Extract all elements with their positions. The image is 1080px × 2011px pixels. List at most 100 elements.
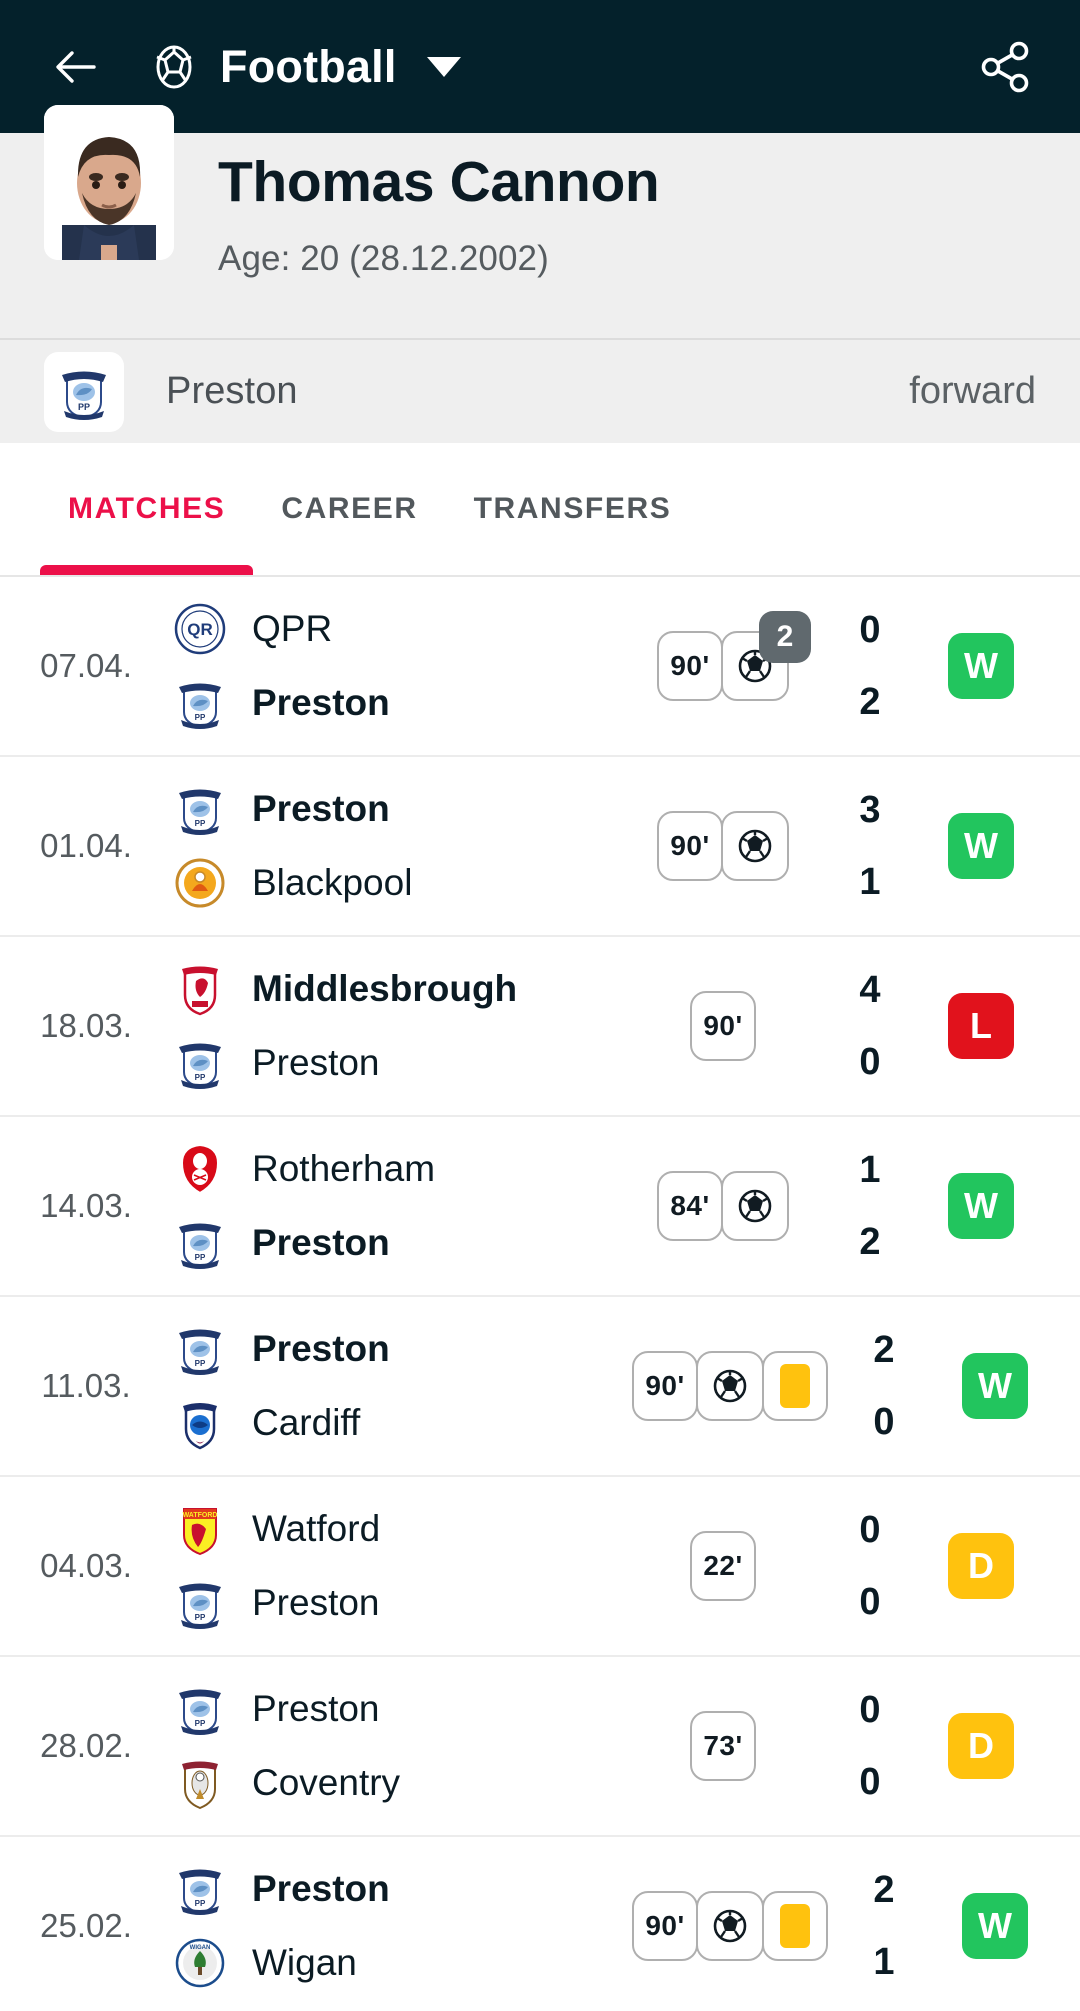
preston-crest-icon: PP [172, 1035, 228, 1091]
match-date: 07.04. [40, 647, 132, 684]
home-team-name: Middlesbrough [252, 968, 518, 1009]
event-chip-group: 90' [632, 1351, 828, 1421]
svg-text:PP: PP [195, 1359, 206, 1368]
match-teams: QR QPR PP Preston [172, 601, 632, 731]
chevron-down-icon[interactable] [426, 56, 461, 77]
result-wrapper: W [926, 1173, 1036, 1239]
goal-count-badge: 2 [759, 611, 811, 663]
home-team-name: Preston [252, 1328, 390, 1369]
result-wrapper: W [940, 1893, 1050, 1959]
away-team-name: Preston [252, 1582, 380, 1623]
match-teams: WATFORD Watford PP Preston [172, 1501, 632, 1631]
svg-text:WATFORD: WATFORD [183, 1512, 218, 1519]
away-score: 0 [873, 1401, 895, 1443]
tab-career[interactable]: CAREER [253, 443, 445, 575]
match-events: 90' [632, 811, 814, 881]
match-events: 22' [632, 1531, 814, 1601]
svg-text:PP: PP [195, 1899, 206, 1908]
away-team: PP Preston [172, 1215, 632, 1271]
minute-chip: 73' [690, 1711, 756, 1781]
goal-chip: 2 [721, 611, 811, 701]
away-team: PP Preston [172, 675, 632, 731]
home-score: 2 [873, 1869, 895, 1911]
minute-chip: 90' [657, 631, 723, 701]
svg-text:PP: PP [195, 1073, 206, 1082]
match-row[interactable]: 11.03. PP Preston Cardiff 90' 2 0 W [0, 1297, 1080, 1477]
status-badge: D [948, 1533, 1014, 1599]
match-date: 01.04. [40, 827, 132, 864]
home-score: 0 [859, 609, 881, 651]
away-team-name: Wigan [252, 1942, 357, 1983]
home-team-name: Watford [252, 1508, 381, 1549]
home-team: Rotherham [172, 1141, 632, 1197]
match-teams: Middlesbrough PP Preston [172, 961, 632, 1091]
home-score: 0 [859, 1689, 881, 1731]
match-score: 0 0 [814, 1511, 926, 1621]
minute-chip: 90' [632, 1351, 698, 1421]
home-team-name: Preston [252, 788, 390, 829]
goal-chip [721, 811, 789, 881]
home-team-name: Preston [252, 1868, 390, 1909]
minute-chip: 90' [690, 991, 756, 1061]
match-row[interactable]: 14.03. Rotherham PP Preston 84' 1 2 W [0, 1117, 1080, 1297]
match-date: 28.02. [40, 1727, 132, 1764]
away-team: Blackpool [172, 855, 632, 911]
match-row[interactable]: 18.03. Middlesbrough PP Preston 90' 4 0 … [0, 937, 1080, 1117]
result-wrapper: W [926, 633, 1036, 699]
preston-crest-icon: PP [172, 781, 228, 837]
event-chip-group: 90' [657, 811, 789, 881]
result-wrapper: W [926, 813, 1036, 879]
minute-label: 90' [670, 830, 710, 861]
watford-crest-icon: WATFORD [172, 1501, 228, 1557]
home-team-name: Rotherham [252, 1148, 436, 1189]
match-teams: PP Preston Blackpool [172, 781, 632, 911]
away-team: Cardiff [172, 1395, 632, 1451]
event-chip-group: 22' [690, 1531, 756, 1601]
goal-chip [721, 1171, 789, 1241]
home-team: WATFORD Watford [172, 1501, 632, 1557]
tab-matches[interactable]: MATCHES [40, 443, 254, 575]
app-bar-title: Football [220, 40, 397, 92]
goal-chip [696, 1891, 764, 1961]
middlesbrough-crest-icon [172, 961, 228, 1017]
away-team: PP Preston [172, 1035, 632, 1091]
page-title: Thomas Cannon [218, 150, 660, 214]
tab-transfers[interactable]: TRANSFERS [446, 443, 700, 575]
result-wrapper: D [926, 1713, 1036, 1779]
club-row[interactable]: PP Preston forward [0, 338, 1080, 443]
svg-text:PP: PP [195, 1719, 206, 1728]
match-row[interactable]: 28.02. PP Preston Coventry 73' 0 0 D [0, 1657, 1080, 1837]
player-meta: Thomas Cannon Age: 20 (28.12.2002) [218, 133, 660, 279]
match-row[interactable]: 07.04. QR QPR PP Preston 90' 2 0 2 W [0, 577, 1080, 757]
result-wrapper: W [940, 1353, 1050, 1419]
match-teams: PP Preston Cardiff [172, 1321, 632, 1451]
match-row[interactable]: 01.04. PP Preston Blackpool 90' 3 1 W [0, 757, 1080, 937]
blackpool-crest-icon [172, 855, 228, 911]
event-chip-group: 90' 2 [657, 611, 811, 701]
minute-label: 22' [703, 1550, 743, 1581]
minute-label: 73' [703, 1730, 743, 1761]
preston-crest-icon: PP [172, 675, 228, 731]
home-team: Middlesbrough [172, 961, 632, 1017]
home-score: 3 [859, 789, 881, 831]
away-team-name: Coventry [252, 1762, 401, 1803]
home-score: 0 [859, 1509, 881, 1551]
match-row[interactable]: 25.02. PP Preston WIGAN Wigan 90' 2 1 W [0, 1837, 1080, 2011]
match-row[interactable]: 04.03. WATFORD Watford PP Preston 22' 0 … [0, 1477, 1080, 1657]
svg-text:QR: QR [187, 620, 213, 639]
share-icon[interactable] [974, 36, 1036, 98]
sport-selector[interactable]: Football [150, 41, 461, 93]
home-team: PP Preston [172, 1861, 632, 1917]
arrow-left-icon[interactable] [48, 39, 104, 95]
event-chip-group: 73' [690, 1711, 756, 1781]
match-score: 2 1 [828, 1871, 940, 1981]
match-date: 25.02. [40, 1907, 132, 1944]
away-score: 2 [859, 681, 881, 723]
event-chip-group: 90' [690, 991, 756, 1061]
minute-chip: 22' [690, 1531, 756, 1601]
match-events: 90' [632, 1351, 828, 1421]
away-score: 0 [859, 1041, 881, 1083]
status-badge: W [962, 1353, 1028, 1419]
away-score: 0 [859, 1761, 881, 1803]
qpr-crest-icon: QR [172, 601, 228, 657]
